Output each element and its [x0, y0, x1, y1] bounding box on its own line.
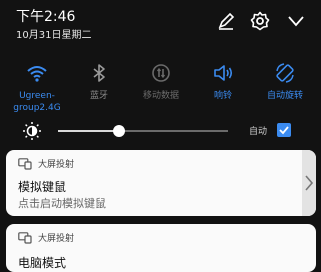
ring-volume-icon: [212, 62, 234, 84]
quick-settings-panel: 下午2:46 10月31日星期二 Ugreen-group2.4G 蓝牙 移动数…: [0, 0, 321, 150]
screen-projection-app-icon: [18, 232, 32, 244]
tile-auto-rotate-label: 自动旋转: [266, 91, 303, 101]
notification-app-name: 大屏投射: [38, 234, 75, 244]
tile-mobile-data-label: 移动数据: [142, 91, 179, 101]
tile-bluetooth-label: 蓝牙: [89, 91, 108, 101]
tile-wifi[interactable]: Ugreen-group2.4G: [6, 62, 68, 114]
tile-bluetooth[interactable]: 蓝牙: [68, 62, 130, 102]
auto-brightness-checkbox[interactable]: [277, 123, 291, 137]
brightness-row: 自动: [0, 121, 321, 141]
notification-card[interactable]: 大屏投射 模拟键鼠 点击启动模拟键鼠: [6, 150, 316, 216]
tile-ring[interactable]: 响铃: [192, 62, 254, 102]
notification-title: 模拟键鼠: [18, 180, 67, 194]
bluetooth-icon: [88, 62, 110, 84]
notification-expand-handle[interactable]: [302, 150, 316, 216]
chevron-right-icon: [305, 175, 314, 191]
quick-toggle-row: Ugreen-group2.4G 蓝牙 移动数据 响铃 自动旋转: [0, 62, 321, 114]
status-date: 10月31日星期二: [16, 30, 92, 41]
brightness-slider[interactable]: [58, 130, 228, 132]
notification-title: 电脑模式: [18, 256, 67, 270]
auto-rotate-icon: [274, 62, 296, 84]
tile-mobile-data[interactable]: 移动数据: [130, 62, 192, 102]
brightness-slider-thumb[interactable]: [113, 125, 126, 137]
edit-icon[interactable]: [216, 11, 236, 31]
tile-ring-label: 响铃: [213, 91, 232, 101]
screen-projection-app-icon: [18, 158, 32, 170]
brightness-icon: [22, 121, 42, 141]
collapse-chevron-icon[interactable]: [286, 11, 306, 31]
tile-auto-rotate[interactable]: 自动旋转: [254, 62, 316, 102]
notification-card[interactable]: 大屏投射 电脑模式: [6, 224, 316, 272]
status-time: 下午2:46: [16, 9, 76, 25]
tile-wifi-label-1: Ugreen-: [19, 91, 55, 101]
notification-app-name: 大屏投射: [38, 160, 75, 170]
mobile-data-icon: [150, 62, 172, 84]
auto-brightness-label: 自动: [249, 127, 268, 137]
brightness-slider-fill: [58, 130, 120, 132]
wifi-icon: [26, 62, 48, 84]
tile-wifi-label-2: group2.4G: [13, 103, 61, 113]
settings-icon[interactable]: [250, 11, 270, 31]
notification-body: 点击启动模拟键鼠: [18, 197, 106, 210]
